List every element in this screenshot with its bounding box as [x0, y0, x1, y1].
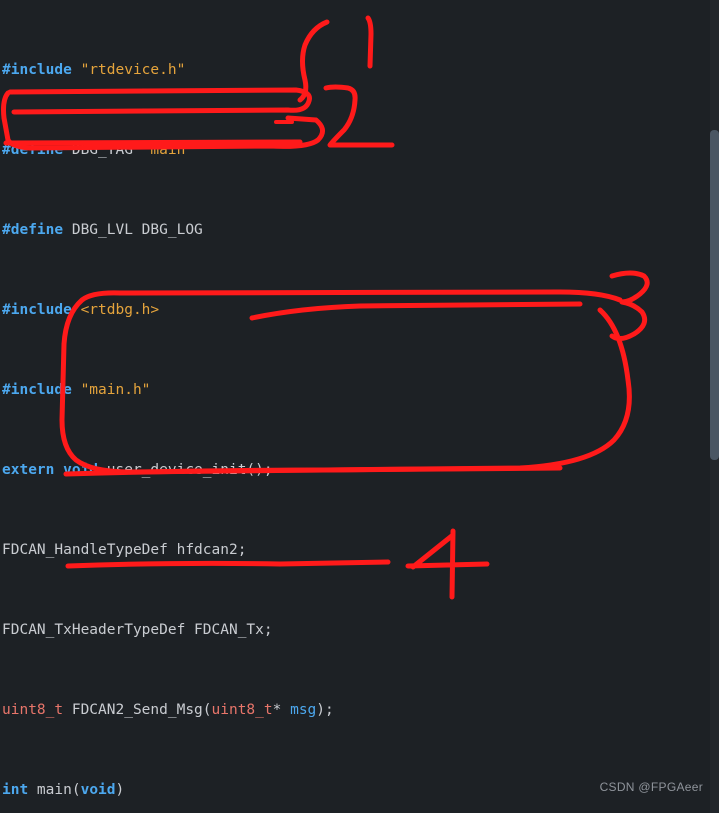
string-literal: "rtdevice.h" [71, 62, 186, 78]
declaration-text: FDCAN_TxHeaderTypeDef FDCAN_Tx; [2, 622, 273, 638]
type-token: uint8_t [211, 702, 273, 718]
code-line: extern void user_device_init(); [0, 460, 719, 480]
code-text-layer[interactable]: #include "rtdevice.h" #define DBG_TAG "m… [0, 0, 719, 813]
include-path: "main.h" [71, 382, 151, 398]
type-token: uint8_t [2, 702, 64, 718]
function-name: main( [28, 782, 81, 798]
code-line: #include <rtdbg.h> [0, 300, 719, 320]
csdn-watermark: CSDN @FPGAeer [599, 780, 703, 794]
code-line: #define DBG_LVL DBG_LOG [0, 220, 719, 240]
code-line: FDCAN_HandleTypeDef hfdcan2; [0, 540, 719, 560]
preprocessor-keyword: #include [2, 382, 72, 398]
preprocessor-keyword: #define [2, 222, 64, 238]
preprocessor-keyword: #include [2, 302, 72, 318]
vertical-scrollbar-thumb[interactable] [710, 130, 719, 460]
code-line: #include "main.h" [0, 380, 719, 400]
parameter-token: msg [290, 702, 317, 718]
code-line: #define DBG_TAG "main" [0, 140, 719, 160]
code-line: uint8_t FDCAN2_Send_Msg(uint8_t* msg); [0, 700, 719, 720]
macro-name: DBG_TAG [63, 142, 142, 158]
include-path: <rtdbg.h> [71, 302, 160, 318]
declaration-text: * [272, 702, 291, 718]
macro-name: DBG_LVL DBG_LOG [63, 222, 203, 238]
declaration-text: ); [316, 702, 334, 718]
vertical-scrollbar-track[interactable] [710, 0, 719, 813]
code-editor-pane[interactable]: #include "rtdevice.h" #define DBG_TAG "m… [0, 0, 719, 813]
string-literal: "main" [141, 142, 195, 158]
keyword: extern void [2, 462, 99, 478]
code-line: #include "rtdevice.h" [0, 60, 719, 80]
preprocessor-keyword: #include [2, 62, 72, 78]
declaration-text: user_device_init(); [98, 462, 273, 478]
declaration-text: FDCAN_HandleTypeDef hfdcan2; [2, 542, 247, 558]
code-line: FDCAN_TxHeaderTypeDef FDCAN_Tx; [0, 620, 719, 640]
keyword: int [2, 782, 29, 798]
declaration-text: FDCAN2_Send_Msg( [63, 702, 212, 718]
punctuation: ) [115, 782, 125, 798]
keyword: void [80, 782, 116, 798]
preprocessor-keyword: #define [2, 142, 64, 158]
